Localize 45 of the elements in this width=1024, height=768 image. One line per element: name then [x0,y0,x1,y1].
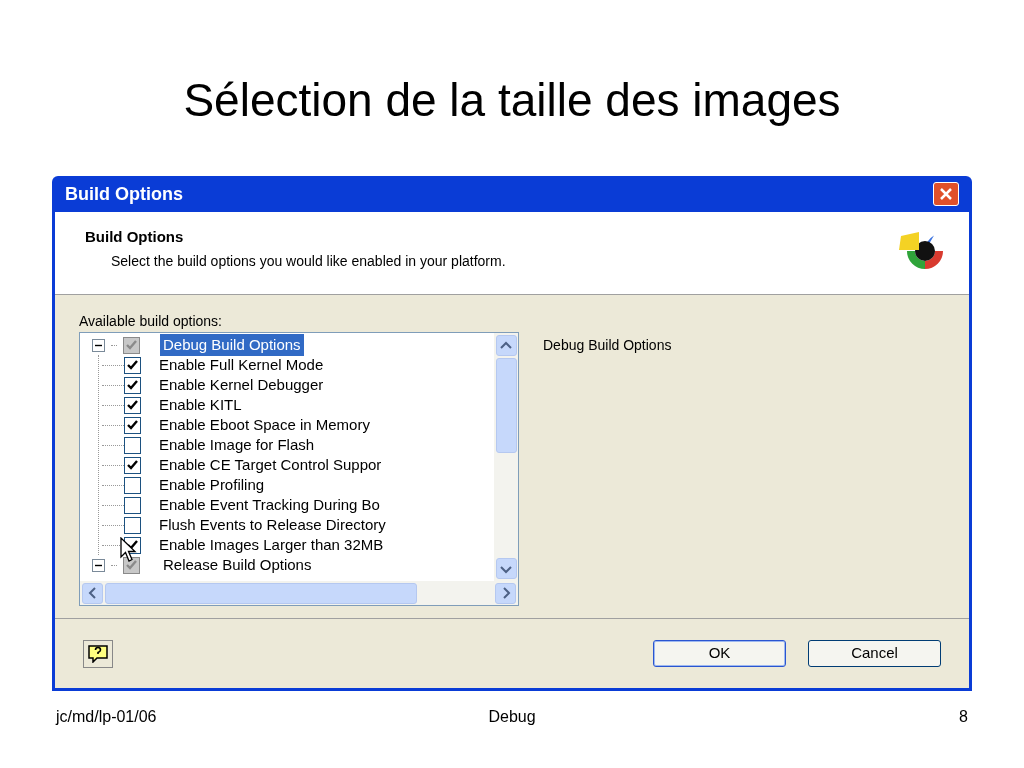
checkbox[interactable] [124,376,141,394]
header-description: Select the build options you would like enabled in your platform. [111,251,506,271]
collapse-icon[interactable] [92,558,105,572]
scroll-up-button[interactable] [495,335,517,356]
checkbox[interactable] [124,516,141,534]
close-button[interactable] [933,182,959,206]
checkbox[interactable] [124,496,141,514]
check-icon [127,380,138,390]
header-title: Build Options [85,227,185,247]
checkbox[interactable] [124,356,141,374]
checkbox[interactable] [123,336,140,354]
check-icon [127,400,138,410]
page-number: 8 [958,707,968,727]
checkbox[interactable] [124,476,141,494]
scroll-left-button[interactable] [82,582,103,604]
check-icon [127,420,138,430]
help-button[interactable] [83,639,113,668]
dialog-button[interactable]: Cancel [808,640,941,667]
checkbox[interactable] [124,436,141,454]
help-icon [88,644,108,663]
checkbox[interactable] [124,456,141,474]
check-icon [126,560,137,570]
scroll-thumb[interactable] [105,582,417,604]
collapse-icon[interactable] [92,338,105,352]
tree-label: Available build options: [79,312,223,331]
checkbox[interactable] [124,396,141,414]
horizontal-scrollbar[interactable] [80,581,518,605]
check-icon [126,340,137,350]
mouse-pointer-icon [120,537,138,563]
slide-title: Sélection de la taille des images [183,73,841,128]
dialog-button[interactable]: OK [653,640,786,667]
scroll-down-button[interactable] [495,558,517,579]
scroll-thumb[interactable] [495,358,517,453]
scroll-right-button[interactable] [495,582,516,604]
option-description: Debug Build Options [543,336,672,355]
window-title: Build Options [65,182,183,206]
checkbox[interactable] [124,416,141,434]
check-icon [127,360,138,370]
check-icon [127,460,138,470]
vertical-scrollbar[interactable] [494,333,518,581]
footer-text: Debug [488,707,536,727]
tree-node[interactable]: Debug Build Options [160,333,304,357]
checkbox[interactable] [123,556,140,574]
close-icon [939,187,953,201]
footer-text: jc/md/lp-01/06 [56,707,158,727]
